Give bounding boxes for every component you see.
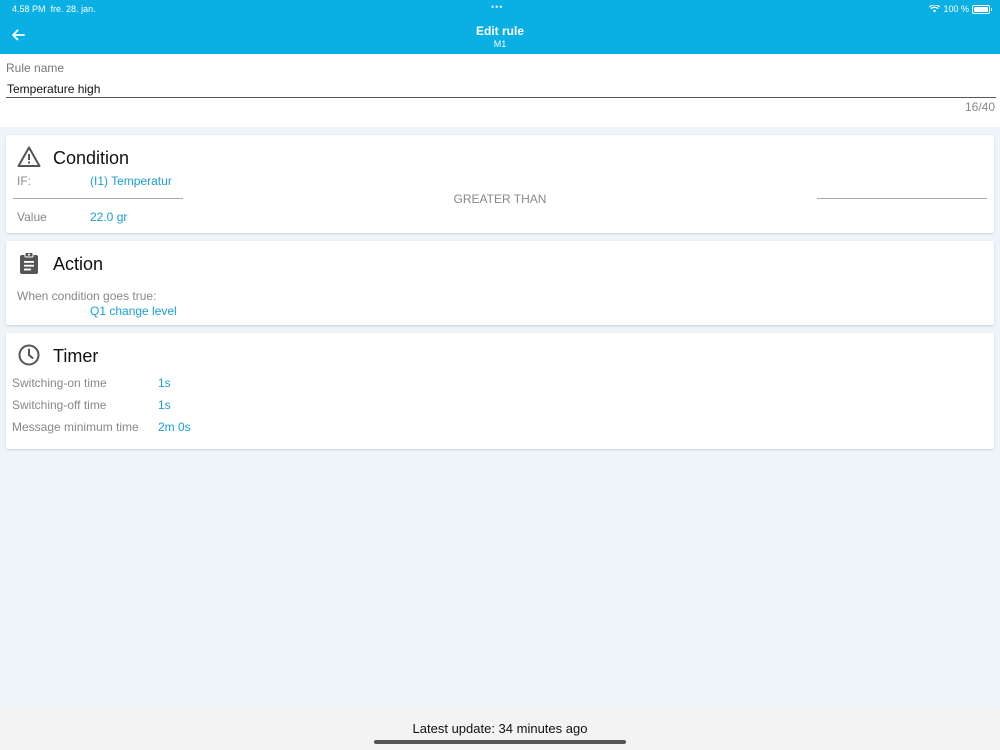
rule-name-label: Rule name bbox=[6, 61, 65, 75]
action-card: Action When condition goes true: Q1 chan… bbox=[6, 241, 994, 325]
timer-title: Timer bbox=[53, 346, 99, 366]
action-title: Action bbox=[53, 254, 104, 274]
timer-card: Timer Switching-on time 1s Switching-off… bbox=[6, 333, 994, 449]
status-right: 100 % bbox=[929, 4, 992, 14]
if-label: IF: bbox=[17, 174, 31, 188]
status-date: fre. 28. jan. bbox=[50, 4, 96, 14]
condition-title: Condition bbox=[53, 148, 130, 168]
character-counter: 16/40 bbox=[964, 100, 995, 114]
clipboard-icon bbox=[20, 252, 38, 274]
switching-on-label: Switching-on time bbox=[12, 376, 107, 390]
message-minimum-label: Message minimum time bbox=[12, 420, 139, 434]
multitask-dots[interactable]: ••• bbox=[491, 2, 503, 12]
condition-card: Condition IF: (I1) Temperatur GREATER TH… bbox=[6, 135, 994, 233]
when-condition-label: When condition goes true: bbox=[17, 289, 157, 303]
rule-name-input[interactable] bbox=[6, 81, 996, 98]
latest-update-text: Latest update: 34 minutes ago bbox=[412, 721, 588, 736]
home-indicator[interactable] bbox=[374, 740, 626, 744]
value-label: Value bbox=[17, 210, 47, 224]
switching-on-value[interactable]: 1s bbox=[158, 376, 171, 390]
clock-icon bbox=[18, 344, 40, 366]
divider-right bbox=[817, 198, 987, 199]
operator-select[interactable]: GREATER THAN bbox=[6, 192, 994, 206]
status-time: 4.58 PM fre. 28. jan. bbox=[12, 4, 96, 14]
page-subtitle: M1 bbox=[493, 39, 507, 49]
battery-percent: 100 % bbox=[943, 4, 969, 14]
app-header: 4.58 PM fre. 28. jan. ••• 100 % Edit rul… bbox=[0, 0, 1000, 54]
message-minimum-value[interactable]: 2m 0s bbox=[158, 420, 191, 434]
warning-triangle-icon bbox=[17, 146, 41, 167]
switching-off-label: Switching-off time bbox=[12, 398, 107, 412]
action-value[interactable]: Q1 change level bbox=[90, 304, 177, 318]
wifi-icon bbox=[929, 5, 941, 13]
page-title: Edit rule bbox=[475, 24, 524, 38]
if-input-value[interactable]: (I1) Temperatur bbox=[90, 174, 172, 188]
rule-name-section: Rule name 16/40 bbox=[0, 54, 1000, 127]
footer: Latest update: 34 minutes ago bbox=[0, 708, 1000, 750]
switching-off-value[interactable]: 1s bbox=[158, 398, 171, 412]
threshold-value[interactable]: 22.0 gr bbox=[90, 210, 127, 224]
battery-icon bbox=[972, 4, 990, 14]
